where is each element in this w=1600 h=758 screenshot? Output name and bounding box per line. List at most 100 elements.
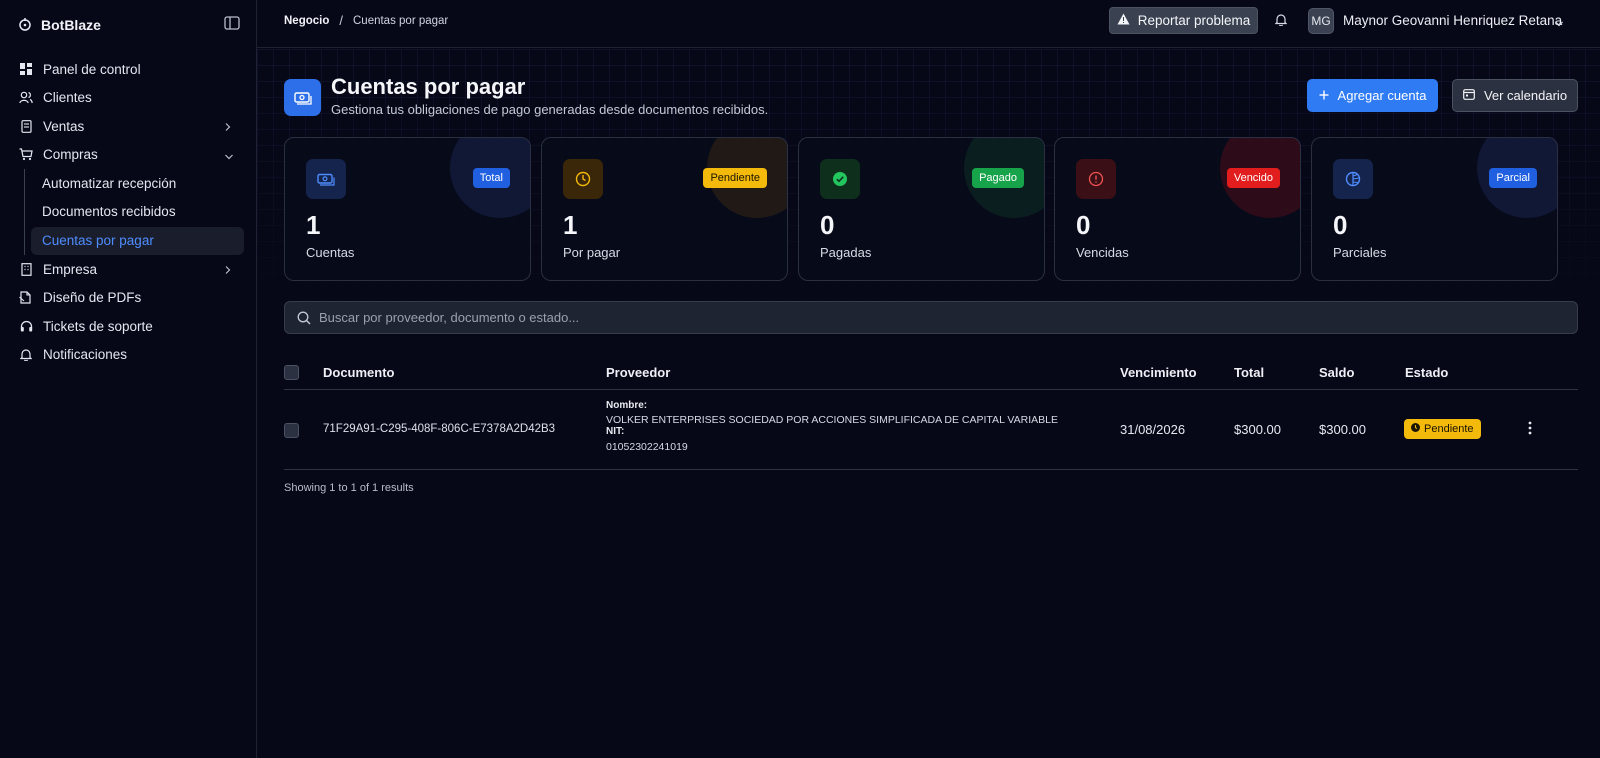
more-options-icon[interactable] [1528,421,1534,437]
main-content: Cuentas por pagar Gestiona tus obligacio… [257,49,1600,758]
chevron-down-icon[interactable] [1554,15,1564,27]
sidebar-item-empresa[interactable]: Empresa [14,255,244,283]
provider-name-label: Nombre: [606,400,648,411]
sidebar-item-compras[interactable]: Compras [14,141,244,169]
view-calendar-button[interactable]: Ver calendario [1452,79,1578,112]
provider-nit-label: NIT: [606,426,625,437]
document-id: 71F29A91-C295-408F-806C-E7378A2D42B3 [323,423,556,435]
warning-icon [1117,13,1130,28]
provider-nit: 01052302241019 [606,441,688,453]
clock-icon [563,159,603,199]
provider-cell: Nombre: VOLKER ENTERPRISES SOCIEDAD POR … [606,400,1058,457]
sidebar-item-documentos[interactable]: Documentos recibidos [31,198,244,226]
user-name[interactable]: Maynor Geovanni Henriquez Retana [1343,13,1562,28]
pdf-icon [19,291,33,305]
stat-card-pagado: Pagado 0 Pagadas [798,137,1045,281]
column-header-estado[interactable]: Estado [1405,365,1448,380]
stat-label: Vencidas [1076,245,1129,260]
column-header-documento[interactable]: Documento [323,365,395,380]
stat-label: Por pagar [563,245,621,260]
column-header-proveedor[interactable]: Proveedor [606,365,670,380]
users-icon [19,91,33,105]
provider-name: VOLKER ENTERPRISES SOCIEDAD POR ACCIONES… [606,414,1059,426]
status-badge: Total [472,168,510,188]
notification-bell-icon[interactable] [1274,13,1289,27]
results-summary: Showing 1 to 1 of 1 results [284,482,414,494]
breadcrumb-separator: / [339,13,343,28]
compras-submenu: Automatizar recepción Documentos recibid… [24,169,244,255]
breadcrumb-link-negocio[interactable]: Negocio [284,15,329,27]
sidebar: BotBlaze Panel de control Clientes Venta… [0,0,257,758]
chevron-right-icon [224,120,234,132]
sidebar-item-notificaciones[interactable]: Notificaciones [14,341,244,369]
due-date: 31/08/2026 [1120,422,1186,437]
select-all-checkbox[interactable] [284,365,299,380]
clock-icon [1411,423,1420,435]
bell-icon [19,348,33,362]
alert-circle-icon [1076,159,1116,199]
brand[interactable]: BotBlaze [18,14,101,36]
sidebar-item-label: Tickets de soporte [43,318,153,334]
headset-icon [19,319,33,333]
status-badge: Pagado [972,168,1024,188]
table-header-row: Documento Proveedor Vencimiento Total Sa… [284,357,1578,390]
column-header-vencimiento[interactable]: Vencimiento [1120,365,1197,380]
chevron-right-icon [224,263,234,275]
report-problem-label: Reportar problema [1137,13,1251,28]
search-icon [297,311,312,326]
sidebar-item-clientes[interactable]: Clientes [14,84,244,112]
row-checkbox[interactable] [284,423,299,438]
stat-label: Cuentas [306,245,355,260]
search-bar [284,301,1578,334]
search-input[interactable] [319,302,1559,333]
page-subtitle: Gestiona tus obligaciones de pago genera… [331,102,769,117]
report-problem-button[interactable]: Reportar problema [1109,7,1258,34]
status-badge: Pendiente [1404,419,1481,439]
pie-icon [1333,159,1373,199]
sidebar-item-label: Compras [43,147,98,163]
add-account-label: Agregar cuenta [1337,88,1427,103]
column-header-total[interactable]: Total [1234,365,1264,380]
stat-value: 0 [820,210,835,240]
view-calendar-label: Ver calendario [1483,88,1568,103]
sidebar-item-label: Automatizar recepción [42,175,177,191]
sidebar-item-label: Diseño de PDFs [43,290,142,306]
sidebar-item-tickets[interactable]: Tickets de soporte [14,312,244,340]
receipt-icon [19,119,33,133]
brand-name: BotBlaze [41,17,101,33]
sidebar-item-ventas[interactable]: Ventas [14,112,244,140]
sidebar-item-automatizar[interactable]: Automatizar recepción [31,169,244,197]
money-icon [284,79,321,116]
money-icon [306,159,346,199]
column-header-saldo[interactable]: Saldo [1319,365,1354,380]
accounts-table: Documento Proveedor Vencimiento Total Sa… [284,357,1578,470]
logo-icon [18,17,32,34]
table-row[interactable]: 71F29A91-C295-408F-806C-E7378A2D42B3 Nom… [284,390,1578,470]
sidebar-item-label: Empresa [43,261,98,277]
sidebar-item-pdfs[interactable]: Diseño de PDFs [14,284,244,312]
sidebar-item-panel[interactable]: Panel de control [14,55,244,83]
dashboard-icon [19,62,33,76]
sidebar-item-cuentas-por-pagar[interactable]: Cuentas por pagar [31,226,244,255]
total-amount: $300.00 [1234,422,1281,437]
stat-value: 0 [1076,210,1091,240]
page-title: Cuentas por pagar [331,74,526,99]
breadcrumb: Negocio / Cuentas por pagar [284,13,448,28]
calendar-icon [1463,88,1475,103]
cart-icon [19,148,33,162]
stat-card-vencido: Vencido 0 Vencidas [1054,137,1301,281]
status-label: Pendiente [1424,423,1474,435]
topbar: Negocio / Cuentas por pagar Reportar pro… [257,0,1600,48]
status-badge: Parcial [1489,168,1537,188]
stat-value: 0 [1333,210,1348,240]
status-badge: Vencido [1226,168,1280,188]
sidebar-item-label: Ventas [43,118,85,134]
breadcrumb-current: Cuentas por pagar [353,14,449,27]
sidebar-nav: Panel de control Clientes Ventas Compras… [14,55,244,370]
check-circle-icon [820,159,860,199]
stat-card-parcial: Parcial 0 Parciales [1311,137,1558,281]
sidebar-toggle-icon[interactable] [224,16,242,32]
avatar[interactable]: MG [1308,8,1334,34]
add-account-button[interactable]: Agregar cuenta [1307,79,1438,112]
stat-label: Pagadas [820,245,872,260]
